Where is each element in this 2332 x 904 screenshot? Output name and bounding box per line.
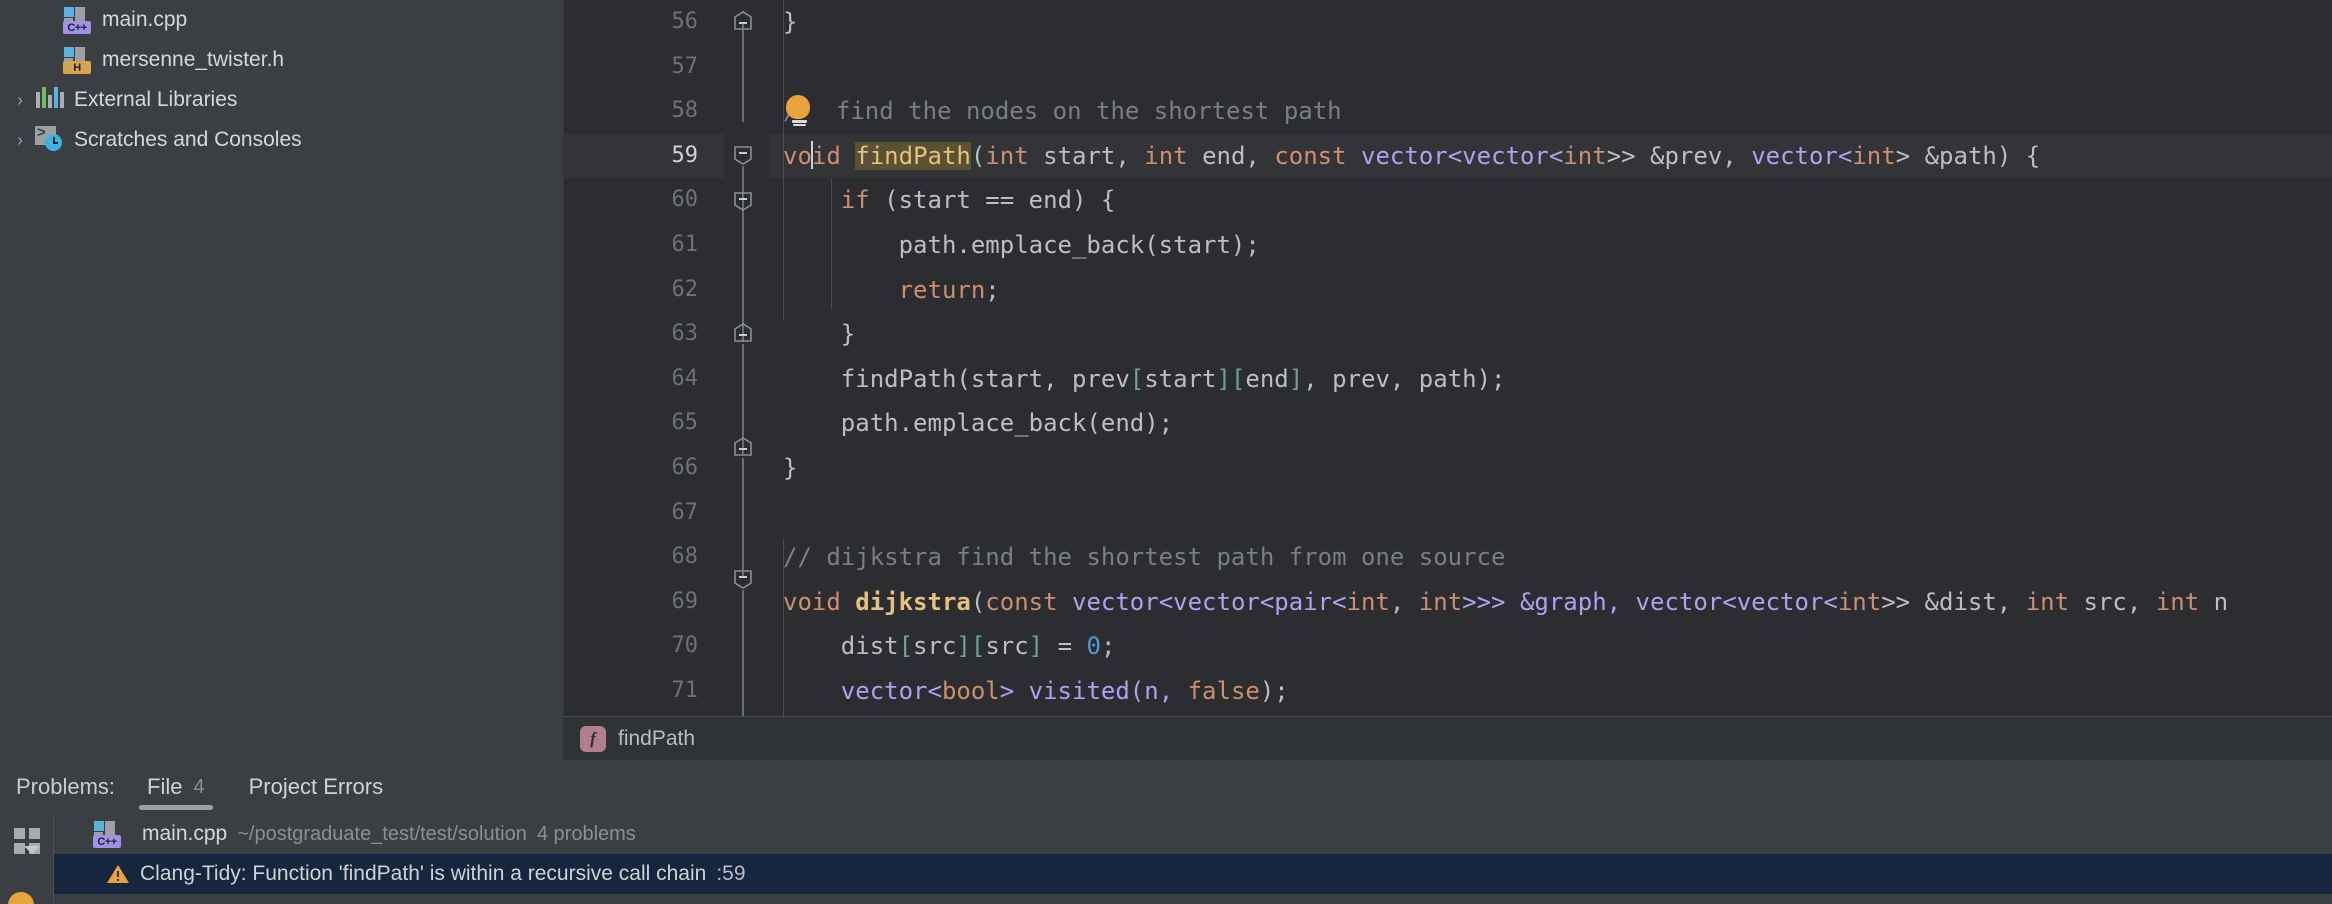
line-number: 66 bbox=[671, 454, 699, 480]
code-line-60[interactable]: if (start == end) { bbox=[769, 178, 2332, 223]
tree-item-external-libraries[interactable]: › External Libraries bbox=[0, 80, 563, 120]
problems-row-location: :59 bbox=[716, 862, 746, 885]
line-number: 68 bbox=[671, 544, 699, 570]
cpp-file-icon: C++ bbox=[62, 6, 96, 34]
tree-item-main-cpp[interactable]: C++ main.cpp bbox=[0, 0, 563, 40]
code-line-57[interactable] bbox=[769, 45, 2332, 90]
line-number: 63 bbox=[671, 321, 699, 347]
fold-marker-collapse[interactable] bbox=[732, 436, 758, 462]
tree-item-label: External Libraries bbox=[74, 88, 238, 111]
line-number: 67 bbox=[671, 499, 699, 525]
line-number: 71 bbox=[671, 677, 699, 703]
code-line-65[interactable]: path.emplace_back(end); bbox=[769, 401, 2332, 446]
tree-item-label: mersenne_twister.h bbox=[102, 48, 285, 71]
tree-item-scratches-and-consoles[interactable]: › Scratches and Consoles bbox=[0, 120, 563, 160]
problems-file-count: 4 problems bbox=[536, 822, 636, 845]
cpp-file-icon: C++ bbox=[92, 820, 126, 848]
code-line-62[interactable]: return; bbox=[769, 268, 2332, 313]
ide-window: C++ main.cpp H mersenne_twister.h › Exte… bbox=[0, 0, 2332, 904]
code-folding-gutter[interactable] bbox=[724, 0, 769, 716]
code-text-area[interactable]: } / find the nodes on the shortest path … bbox=[769, 0, 2332, 716]
function-badge-icon: f bbox=[580, 725, 606, 752]
fold-marker-collapse[interactable] bbox=[732, 322, 758, 348]
fold-marker-collapse[interactable] bbox=[732, 144, 758, 170]
code-editor[interactable]: 56 57 58 59 60 61 62 63 64 65 66 67 68 6… bbox=[564, 0, 2332, 760]
fold-marker-collapse[interactable] bbox=[732, 10, 758, 36]
code-line-69[interactable]: void dijkstra(const vector<vector<pair<i… bbox=[769, 580, 2332, 625]
chevron-right-icon[interactable]: › bbox=[6, 90, 34, 111]
problems-body: C++ main.cpp ~/postgraduate_test/test/so… bbox=[0, 814, 2332, 904]
code-line-66[interactable]: } bbox=[769, 446, 2332, 491]
line-number: 70 bbox=[671, 633, 699, 659]
scratches-icon bbox=[34, 124, 68, 154]
tree-item-label: main.cpp bbox=[102, 8, 188, 31]
warning-icon bbox=[106, 863, 130, 885]
problems-row[interactable]: The value is never used :44 bbox=[54, 894, 2332, 904]
cpp-badge-label: C++ bbox=[63, 21, 91, 34]
code-line-63[interactable]: } bbox=[769, 312, 2332, 357]
code-line-67[interactable] bbox=[769, 491, 2332, 536]
header-file-icon: H bbox=[62, 46, 96, 74]
line-number: 58 bbox=[671, 98, 699, 124]
chevron-down-icon[interactable] bbox=[24, 846, 40, 854]
function-declaration-name: dijkstra bbox=[855, 587, 971, 616]
tab-file-count: 4 bbox=[193, 775, 205, 798]
cpp-badge-label: C++ bbox=[93, 835, 121, 848]
problems-file-row[interactable]: C++ main.cpp ~/postgraduate_test/test/so… bbox=[54, 814, 2332, 854]
line-number-gutter: 56 57 58 59 60 61 62 63 64 65 66 67 68 6… bbox=[564, 0, 724, 716]
problems-row-message: Clang-Tidy: Function 'findPath' is withi… bbox=[140, 862, 707, 885]
chevron-right-icon[interactable]: › bbox=[6, 130, 34, 151]
code-line-70[interactable]: dist[src][src] = 0; bbox=[769, 624, 2332, 669]
editor-area: C++ main.cpp H mersenne_twister.h › Exte… bbox=[0, 0, 2332, 760]
code-line-58[interactable]: / find the nodes on the shortest path bbox=[769, 89, 2332, 134]
line-number: 64 bbox=[671, 365, 699, 391]
tab-file-label: File bbox=[147, 774, 183, 799]
line-number: 61 bbox=[671, 231, 699, 257]
problems-tool-window: Problems: File 4 Project Errors C++ main… bbox=[0, 760, 2332, 904]
code-line-64[interactable]: findPath(start, prev[start][end], prev, … bbox=[769, 357, 2332, 402]
breadcrumb[interactable]: f findPath bbox=[564, 716, 2332, 760]
problems-toolbar bbox=[0, 814, 54, 904]
line-number: 69 bbox=[671, 588, 699, 614]
tab-project-errors-label: Project Errors bbox=[248, 774, 384, 799]
line-number: 60 bbox=[671, 187, 699, 213]
fold-marker-collapse[interactable] bbox=[732, 190, 758, 216]
header-badge-label: H bbox=[63, 61, 91, 74]
tree-item-mersenne-twister-h[interactable]: H mersenne_twister.h bbox=[0, 40, 563, 80]
tab-project-errors[interactable]: Project Errors bbox=[227, 760, 405, 814]
code-line-59[interactable]: void findPath(int start, int end, const … bbox=[769, 133, 2332, 179]
problems-list[interactable]: C++ main.cpp ~/postgraduate_test/test/so… bbox=[54, 814, 2332, 904]
code-line-61[interactable]: path.emplace_back(start); bbox=[769, 223, 2332, 268]
fold-marker-collapse[interactable] bbox=[732, 568, 758, 594]
line-number-current: 59 bbox=[564, 133, 724, 179]
problems-title: Problems: bbox=[16, 774, 116, 799]
lightbulb-icon[interactable] bbox=[786, 95, 812, 126]
project-tool-window[interactable]: C++ main.cpp H mersenne_twister.h › Exte… bbox=[0, 0, 564, 760]
libraries-icon bbox=[34, 86, 68, 114]
line-number: 57 bbox=[671, 53, 699, 79]
highlighted-identifier: findPath bbox=[855, 141, 971, 170]
line-number: 65 bbox=[671, 410, 699, 436]
code-line-71[interactable]: vector<bool> visited(n, false); bbox=[769, 669, 2332, 714]
problems-header: Problems: File 4 Project Errors bbox=[0, 760, 2332, 814]
problems-file-path: ~/postgraduate_test/test/solution bbox=[237, 822, 527, 845]
code-line-56[interactable]: } bbox=[769, 0, 2332, 45]
code-line-68[interactable]: // dijkstra find the shortest path from … bbox=[769, 535, 2332, 580]
breadcrumb-label[interactable]: findPath bbox=[618, 727, 695, 751]
tree-item-label: Scratches and Consoles bbox=[74, 128, 302, 151]
problems-file-name: main.cpp bbox=[142, 822, 228, 845]
line-number: 62 bbox=[671, 276, 699, 302]
problems-row[interactable]: Clang-Tidy: Function 'findPath' is withi… bbox=[54, 854, 2332, 894]
text-caret bbox=[810, 140, 813, 169]
line-number: 56 bbox=[671, 9, 699, 34]
lightbulb-icon[interactable] bbox=[8, 892, 36, 904]
editor-viewport[interactable]: 56 57 58 59 60 61 62 63 64 65 66 67 68 6… bbox=[564, 0, 2332, 716]
tab-file[interactable]: File 4 bbox=[125, 760, 227, 814]
